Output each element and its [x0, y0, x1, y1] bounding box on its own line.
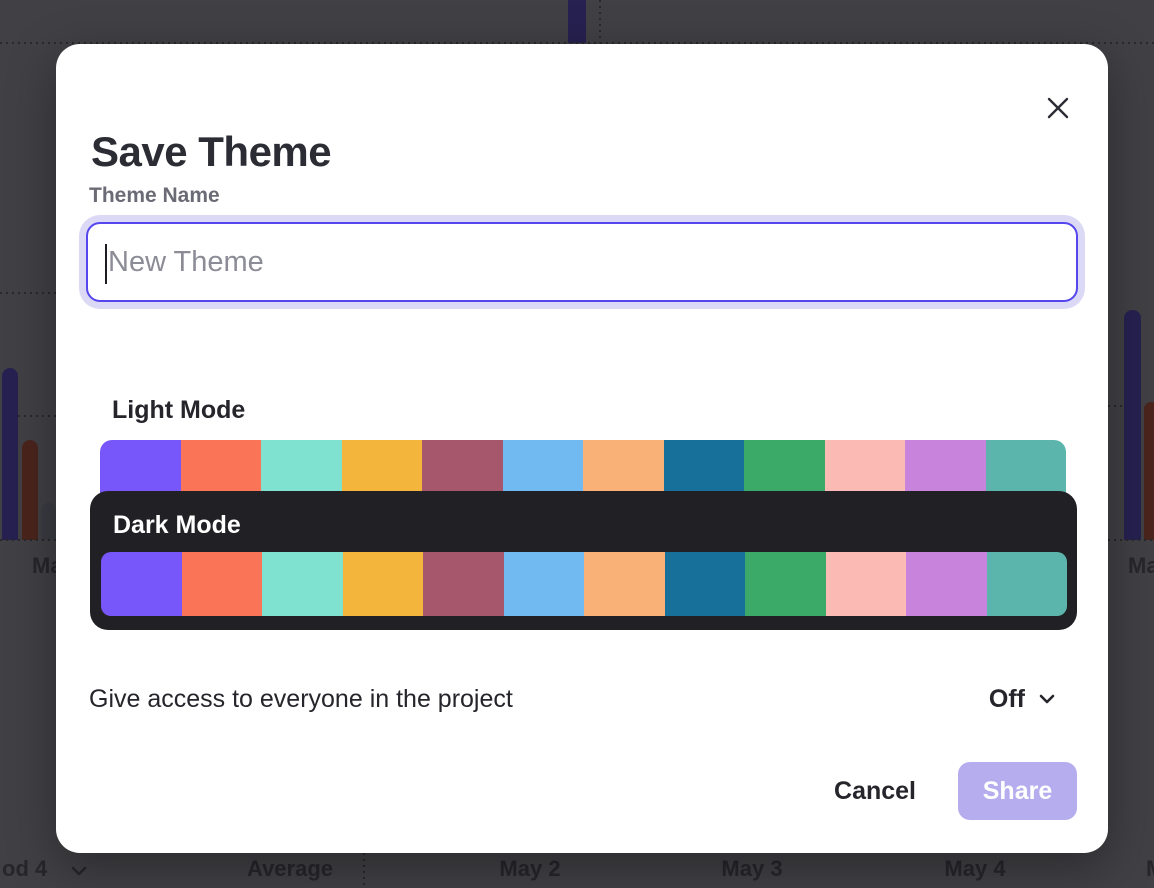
color-swatch-12 [987, 552, 1068, 616]
chart-bar [41, 503, 56, 540]
color-swatch-8 [665, 552, 746, 616]
dialog-title: Save Theme [91, 128, 331, 176]
access-dropdown[interactable]: Off [989, 685, 1057, 714]
axis-label-may: May [32, 553, 56, 579]
color-swatch-11 [906, 552, 987, 616]
color-swatch-10 [826, 552, 907, 616]
dialog-footer: Cancel Share [834, 762, 1077, 820]
axis-line [0, 539, 56, 541]
gridline-vertical [599, 0, 601, 43]
gridline-vertical [363, 853, 365, 888]
gridline-horizontal [18, 415, 56, 417]
axis-label-may3: May 3 [721, 856, 782, 882]
backdrop-chart-right: Ma [1108, 0, 1154, 888]
chart-bar [2, 368, 18, 540]
save-theme-dialog: Save Theme Theme Name Light Mode Dark Mo… [56, 44, 1108, 853]
axis-label-may4: May 4 [944, 856, 1005, 882]
share-button[interactable]: Share [958, 762, 1077, 820]
close-icon [1046, 96, 1070, 120]
chevron-down-icon [1037, 691, 1057, 707]
app-stage: May Ma od 4 Average May 2 May 3 May 4 M … [0, 0, 1154, 888]
color-swatch-5 [423, 552, 504, 616]
color-swatch-6 [504, 552, 585, 616]
cancel-button[interactable]: Cancel [834, 777, 916, 806]
period-dropdown-label: od 4 [2, 856, 47, 882]
dark-mode-label: Dark Mode [113, 511, 241, 540]
light-mode-label: Light Mode [112, 396, 245, 425]
axis-label-partial: M [1146, 856, 1154, 882]
chevron-down-icon [70, 863, 88, 879]
color-swatch-4 [343, 552, 424, 616]
chart-bar [22, 440, 38, 540]
chart-bar [1144, 402, 1154, 540]
text-cursor [105, 244, 107, 284]
access-label: Give access to everyone in the project [89, 685, 513, 714]
axis-label-may2: May 2 [499, 856, 560, 882]
access-row: Give access to everyone in the project O… [89, 680, 1057, 718]
theme-name-label: Theme Name [89, 184, 220, 208]
color-swatch-1 [101, 552, 182, 616]
close-button[interactable] [1034, 84, 1082, 132]
access-value: Off [989, 685, 1025, 714]
backdrop-chart-left: May [0, 0, 56, 888]
axis-label-average: Average [247, 856, 333, 882]
theme-name-input[interactable] [86, 222, 1078, 302]
axis-line [1108, 539, 1154, 541]
color-swatch-9 [745, 552, 826, 616]
chart-bar [1124, 310, 1141, 540]
gridline-horizontal [0, 292, 56, 294]
gridline-horizontal [1108, 405, 1122, 407]
dark-mode-card: Dark Mode [90, 491, 1077, 630]
dark-mode-palette [101, 552, 1067, 616]
color-swatch-7 [584, 552, 665, 616]
axis-label-ma: Ma [1128, 553, 1154, 579]
color-swatch-2 [182, 552, 263, 616]
color-swatch-3 [262, 552, 343, 616]
chart-bar [568, 0, 586, 43]
backdrop-chart-top [0, 0, 1154, 44]
